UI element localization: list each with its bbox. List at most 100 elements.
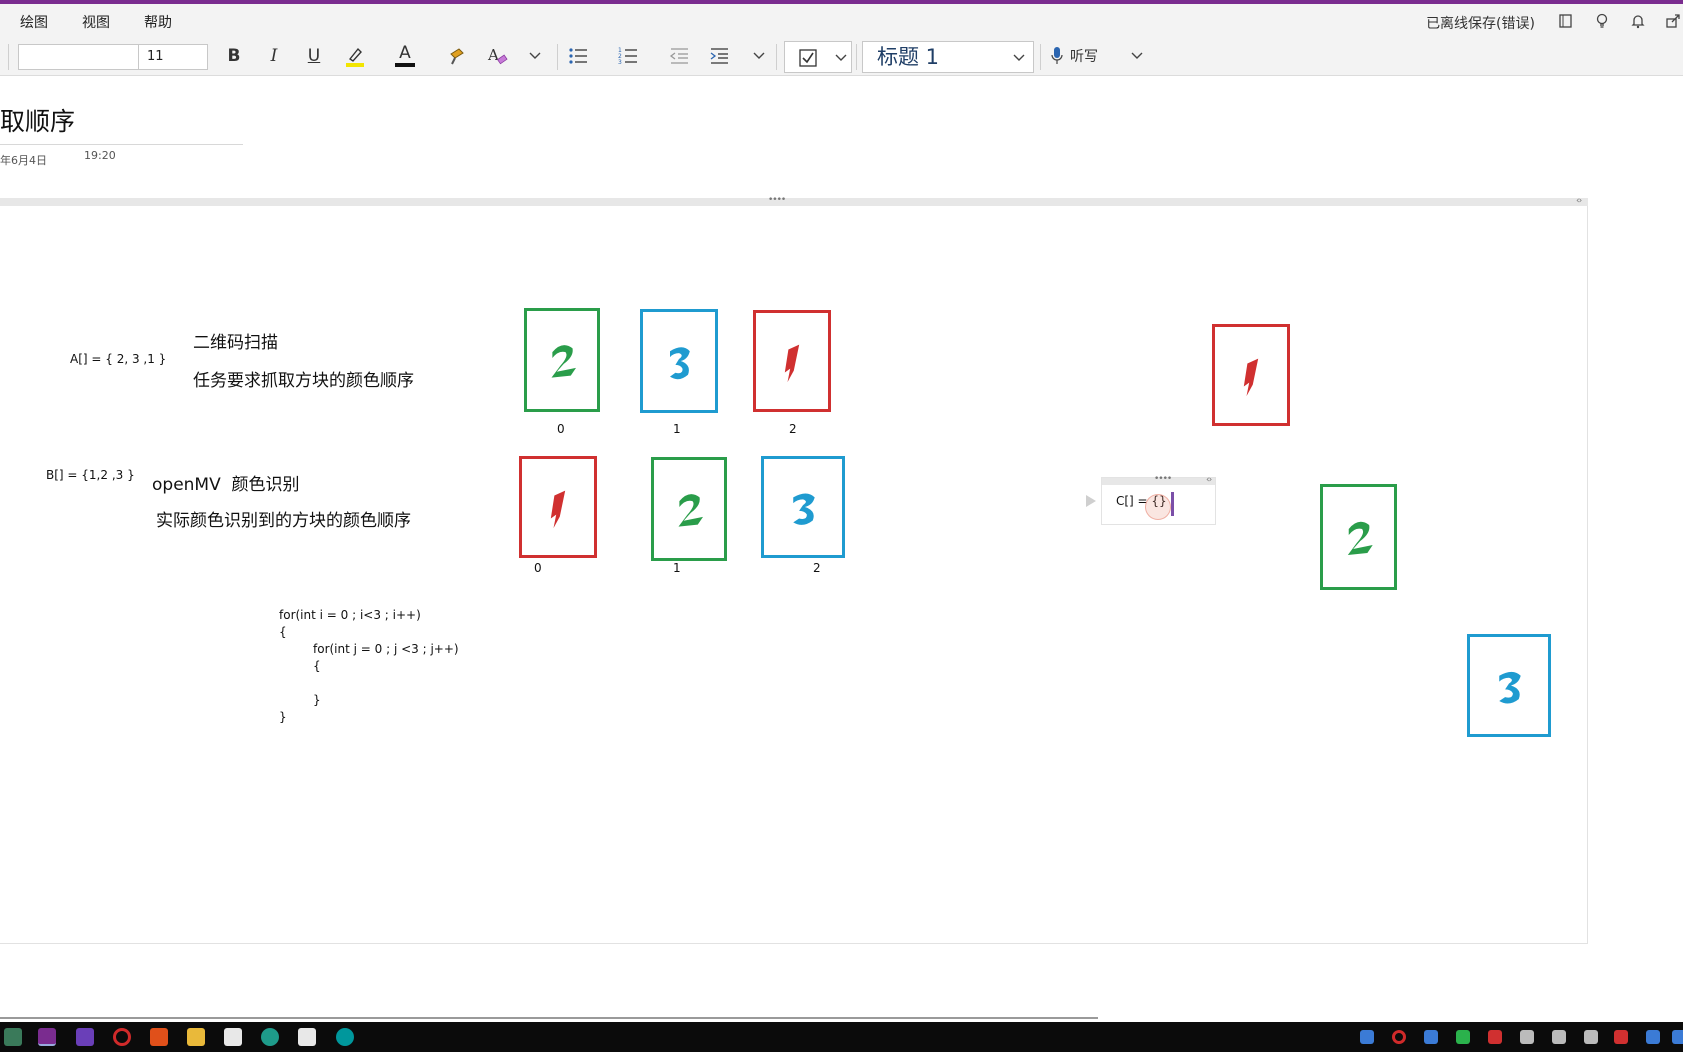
lightbulb-icon[interactable] xyxy=(1593,13,1611,31)
drag-handle-icon[interactable]: •••• xyxy=(1154,474,1172,484)
drag-handle-icon[interactable]: •••• xyxy=(768,195,786,205)
bullet-list-icon xyxy=(569,48,587,64)
visual-studio-icon[interactable] xyxy=(76,1028,94,1046)
chevron-down-icon xyxy=(835,54,847,61)
click-indicator xyxy=(1145,494,1171,520)
clear-format-button[interactable]: A xyxy=(484,36,510,76)
svg-text:A: A xyxy=(487,46,499,64)
loose-card-blue-3[interactable] xyxy=(1467,634,1551,737)
mv-card-green-2[interactable] xyxy=(651,457,727,561)
dictate-button[interactable]: 听写 xyxy=(1050,36,1120,76)
paragraph-handle-icon[interactable] xyxy=(1086,495,1096,507)
loose-card-red-1[interactable] xyxy=(1212,324,1290,426)
dictate-label: 听写 xyxy=(1070,49,1098,65)
tray-shield-icon[interactable] xyxy=(1424,1030,1438,1044)
array-b-text[interactable]: B[] = {1,2 ,3 } xyxy=(46,468,135,482)
menu-draw[interactable]: 绘图 xyxy=(20,12,48,32)
resize-handle-icon[interactable]: ‹› xyxy=(1206,475,1212,485)
font-size-input[interactable]: 11 xyxy=(138,44,208,70)
decrease-indent-button[interactable] xyxy=(666,36,692,76)
mv-index-label: 0 xyxy=(534,561,542,575)
network-icon[interactable] xyxy=(1552,1030,1566,1044)
qr-scan-description[interactable]: 任务要求抓取方块的颜色顺序 xyxy=(193,366,414,391)
numbered-list-icon: 123 xyxy=(618,47,637,65)
file-explorer-icon[interactable] xyxy=(187,1028,205,1046)
mv-card-red-1[interactable] xyxy=(519,456,597,558)
share-icon[interactable] xyxy=(1664,13,1682,31)
mv-card-blue-3[interactable] xyxy=(761,456,845,558)
notebook-icon[interactable] xyxy=(1557,13,1575,31)
qr-card-red-1[interactable] xyxy=(753,310,831,412)
digit-1-icon xyxy=(550,490,566,529)
digit-3-icon xyxy=(1499,671,1521,704)
tool-icon[interactable] xyxy=(150,1028,168,1046)
wechat-icon[interactable] xyxy=(1456,1030,1470,1044)
font-name-input[interactable] xyxy=(18,44,140,70)
page-date: 年6月4日 xyxy=(0,154,47,167)
highlight-button[interactable] xyxy=(342,36,368,76)
tray-alert-icon[interactable] xyxy=(1614,1030,1628,1044)
font-color-glyph: A xyxy=(399,43,411,63)
digit-2-icon xyxy=(551,345,576,378)
paragraph-more-dropdown[interactable] xyxy=(750,36,768,76)
battery-icon[interactable] xyxy=(1584,1030,1598,1044)
tray-app-icon[interactable] xyxy=(1360,1030,1374,1044)
openmv-description[interactable]: 实际颜色识别到的方块的颜色顺序 xyxy=(156,506,411,531)
dictate-dropdown[interactable] xyxy=(1128,36,1146,76)
paragraph-style-select[interactable]: 标题 1 xyxy=(862,41,1034,73)
tag-selector[interactable] xyxy=(784,41,852,73)
tray-app2-icon[interactable] xyxy=(1488,1030,1502,1044)
style-value: 标题 1 xyxy=(877,45,940,69)
note-container-bar[interactable]: •••• ‹› xyxy=(0,195,1588,206)
mv-index-label: 1 xyxy=(673,561,681,575)
qr-card-green-2[interactable] xyxy=(524,308,600,412)
container-grab-bar[interactable]: •••• ‹› xyxy=(1102,474,1215,485)
code-line: } xyxy=(313,693,321,707)
more-format-dropdown[interactable] xyxy=(526,36,544,76)
qr-scan-heading[interactable]: 二维码扫描 xyxy=(193,328,278,353)
underline-button[interactable]: U xyxy=(302,36,326,76)
numbered-list-button[interactable]: 123 xyxy=(615,36,641,76)
horizontal-scrollbar[interactable] xyxy=(0,1017,1098,1019)
code-line: { xyxy=(279,625,287,639)
chevron-down-icon xyxy=(529,52,541,59)
menu-help[interactable]: 帮助 xyxy=(144,12,172,32)
onenote-icon[interactable] xyxy=(38,1028,56,1046)
clear-format-icon: A xyxy=(487,46,508,65)
loose-card-green-2[interactable] xyxy=(1320,484,1397,590)
qr-card-blue-3[interactable] xyxy=(640,309,718,413)
italic-button[interactable]: I xyxy=(262,36,286,76)
chevron-down-icon xyxy=(1013,54,1025,61)
microphone-icon xyxy=(1051,47,1063,64)
edge-icon[interactable] xyxy=(261,1028,279,1046)
menu-view[interactable]: 视图 xyxy=(82,12,110,32)
arduino-icon[interactable] xyxy=(336,1028,354,1046)
save-status[interactable]: 已离线保存(错误) xyxy=(1426,13,1535,33)
font-color-button[interactable]: A xyxy=(392,36,418,76)
bell-icon[interactable] xyxy=(1629,13,1647,31)
bold-button[interactable]: B xyxy=(222,36,246,76)
page-title[interactable]: 取顺序 xyxy=(0,102,75,138)
increase-indent-button[interactable] xyxy=(706,36,732,76)
tray-app3-icon[interactable] xyxy=(1646,1030,1660,1044)
array-a-text[interactable]: A[] = { 2, 3 ,1 } xyxy=(70,352,166,366)
bullet-list-button[interactable] xyxy=(565,36,591,76)
font-color-swatch xyxy=(395,63,415,67)
resize-handle-icon[interactable]: ‹› xyxy=(1576,196,1582,206)
page-time: 19:20 xyxy=(84,149,116,162)
window2-icon[interactable] xyxy=(298,1028,316,1046)
calculator-icon[interactable] xyxy=(4,1028,22,1046)
tray-record-icon[interactable] xyxy=(1392,1030,1406,1044)
record-icon[interactable] xyxy=(113,1028,131,1046)
volume-icon[interactable] xyxy=(1520,1030,1534,1044)
highlighter-icon xyxy=(346,47,364,67)
tray-app4-icon[interactable] xyxy=(1672,1030,1683,1044)
qr-index-label: 2 xyxy=(789,422,797,436)
digit-3-icon xyxy=(793,493,815,525)
openmv-heading[interactable]: openMV 颜色识别 xyxy=(152,470,300,495)
window-icon[interactable] xyxy=(224,1028,242,1046)
digit-1-icon xyxy=(1243,358,1259,397)
code-line: for(int j = 0 ; j <3 ; j++) xyxy=(313,642,459,656)
format-painter-button[interactable] xyxy=(444,36,470,76)
taskbar xyxy=(0,1022,1683,1052)
